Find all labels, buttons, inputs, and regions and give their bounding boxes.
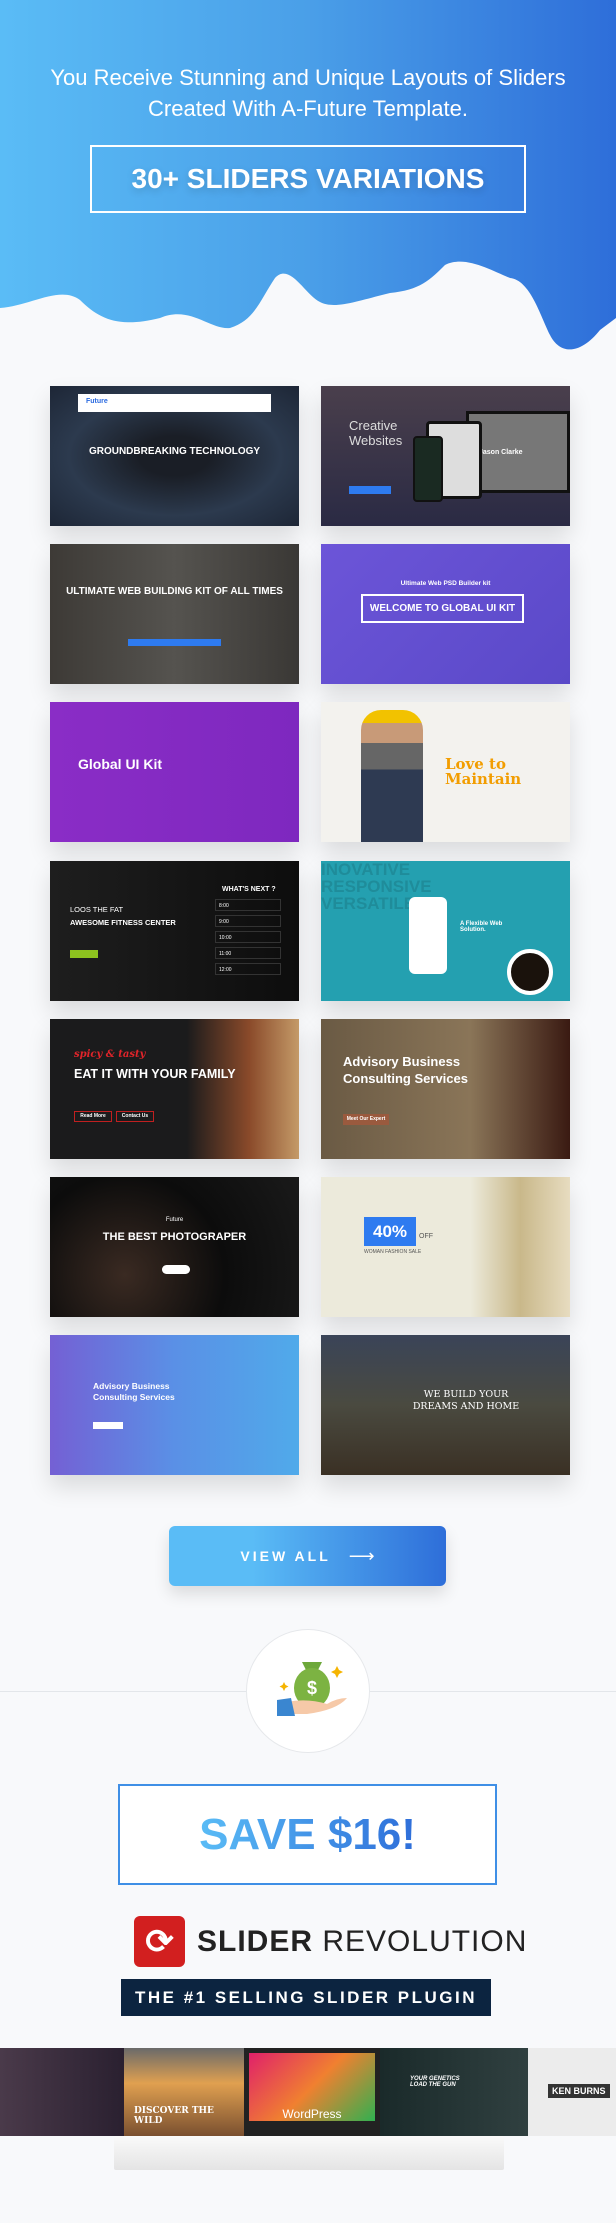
phone xyxy=(413,436,443,502)
showcase-screen: DISCOVER THE WILD xyxy=(124,2048,244,2136)
thumb-extra: Jason Clarke xyxy=(479,449,523,456)
logo-text-light: REVOLUTION xyxy=(322,1924,528,1958)
hero-line-2: Created With A-Future Template. xyxy=(148,96,468,121)
thumb-button: Read More xyxy=(74,1111,112,1122)
slider-thumbnail[interactable]: Ultimate Web PSD Builder kit WELCOME TO … xyxy=(321,544,570,684)
svg-text:$: $ xyxy=(307,1678,317,1698)
slider-thumbnail[interactable]: spicy & tasty EAT IT WITH YOUR FAMILY Re… xyxy=(50,1019,299,1159)
logo-text-bold: SLIDER xyxy=(197,1924,314,1958)
thumb-title: EAT IT WITH YOUR FAMILY xyxy=(74,1067,236,1081)
worker-image xyxy=(361,710,423,842)
view-all-label: VIEW ALL xyxy=(240,1548,331,1564)
thumb-button: Meet Our Expert xyxy=(343,1114,389,1125)
slider-thumbnail[interactable]: LOOS THE FAT AWESOME FITNESS CENTER WHAT… xyxy=(50,861,299,1001)
thumb-title: WELCOME TO GLOBAL UI KIT xyxy=(361,594,524,623)
schedule-item: 11:00 xyxy=(215,947,281,959)
thumb-title: Advisory Business Consulting Services xyxy=(343,1054,468,1086)
sliders-variations-badge: 30+ SLIDERS VARIATIONS xyxy=(90,145,526,213)
thumb-button: Contact Us xyxy=(116,1111,154,1122)
slider-thumbnail[interactable]: WE BUILD YOUR DREAMS AND HOME xyxy=(321,1335,570,1475)
thumb-title: WOMAN FASHION SALE xyxy=(364,1249,422,1255)
thumb-title: A Flexible Web Solution. xyxy=(460,921,503,933)
thumb-title: Advisory Business Consulting Services xyxy=(93,1381,175,1402)
discount-badge: 40% xyxy=(364,1217,416,1246)
showcase-screen xyxy=(0,2048,124,2136)
hero-line-1: You Receive Stunning and Unique Layouts … xyxy=(50,65,566,90)
slider-revolution-logo: ⟳ SLIDER REVOLUTION xyxy=(134,1916,527,1967)
arrow-right-icon: ⟶ xyxy=(348,1545,375,1566)
thumb-button xyxy=(128,639,221,646)
schedule-title: WHAT'S NEXT ? xyxy=(222,886,276,893)
showcase-strip: DISCOVER THE WILD WordPress YOUR GENETIC… xyxy=(0,2048,616,2136)
thumb-title: ULTIMATE WEB BUILDING KIT OF ALL TIMES xyxy=(66,586,283,597)
thumb-button xyxy=(70,950,98,958)
thumb-title: THE BEST PHOTOGRAPER xyxy=(102,1231,247,1243)
schedule-item: 12:00 xyxy=(215,963,281,975)
thumb-subtitle: Ultimate Web PSD Builder kit xyxy=(400,580,491,587)
hero-banner: You Receive Stunning and Unique Layouts … xyxy=(0,0,616,360)
showcase-screen: YOUR GENETICS LOAD THE GUN xyxy=(380,2048,528,2136)
showcase-screen: KEN BURNS xyxy=(528,2048,616,2136)
thumb-title: Love to Maintain xyxy=(445,755,522,788)
slider-thumbnail[interactable]: Advisory Business Consulting Services Me… xyxy=(321,1019,570,1159)
money-bag-hand-icon: $ xyxy=(246,1629,370,1753)
thumb-button xyxy=(162,1265,190,1274)
refresh-icon: ⟳ xyxy=(134,1916,185,1967)
schedule-item: 8:00 xyxy=(215,899,281,911)
slider-thumbnail[interactable]: Future GROUNDBREAKING TECHNOLOGY xyxy=(50,386,299,526)
thumb-title: GROUNDBREAKING TECHNOLOGY xyxy=(88,446,261,457)
thumb-title: WE BUILD YOUR DREAMS AND HOME xyxy=(412,1389,520,1412)
thumb-script: spicy & tasty xyxy=(74,1049,146,1060)
slider-thumbnail[interactable]: Advisory Business Consulting Services xyxy=(50,1335,299,1475)
thumb-button xyxy=(93,1422,123,1429)
slider-thumbnail[interactable]: Creative Websites Jason Clarke xyxy=(321,386,570,526)
schedule-item: 9:00 xyxy=(215,915,281,927)
brand: Future xyxy=(86,398,108,405)
thumb-title: Global UI Kit xyxy=(78,756,162,772)
thumb-button xyxy=(349,486,391,494)
slider-thumbnail[interactable]: 40% OFF WOMAN FASHION SALE xyxy=(321,1177,570,1317)
brand: Future xyxy=(165,1217,184,1223)
nav-bar: Future xyxy=(78,394,271,412)
save-label: SAVE $16! xyxy=(199,1809,416,1859)
phone xyxy=(409,897,447,974)
slider-thumbnail[interactable]: ULTIMATE WEB BUILDING KIT OF ALL TIMES xyxy=(50,544,299,684)
thumb-title-2: AWESOME FITNESS CENTER xyxy=(70,918,176,927)
schedule-list: 8:00 9:00 10:00 11:00 12:00 xyxy=(215,899,281,975)
slider-thumbnail[interactable]: INOVATIVE RESPONSIVE VERSATILE A Flexibl… xyxy=(321,861,570,1001)
schedule-item: 10:00 xyxy=(215,931,281,943)
slider-thumbnail[interactable]: Love to Maintain xyxy=(321,702,570,842)
view-all-button[interactable]: VIEW ALL ⟶ xyxy=(169,1526,446,1586)
showcase-monitor: WordPress xyxy=(244,2048,380,2136)
slider-thumbnail[interactable]: Global UI Kit xyxy=(50,702,299,842)
off-label: OFF xyxy=(419,1233,433,1240)
desk-image xyxy=(114,2136,504,2170)
tagline-banner: THE #1 SELLING SLIDER PLUGIN xyxy=(121,1979,491,2016)
slider-thumbnail[interactable]: Future THE BEST PHOTOGRAPER xyxy=(50,1177,299,1317)
hero-heading: You Receive Stunning and Unique Layouts … xyxy=(0,62,616,124)
thumb-title: LOOS THE FAT xyxy=(70,905,124,914)
save-box: SAVE $16! xyxy=(118,1784,497,1885)
coffee-cup xyxy=(507,949,553,995)
thumb-title: Creative Websites xyxy=(349,418,403,448)
